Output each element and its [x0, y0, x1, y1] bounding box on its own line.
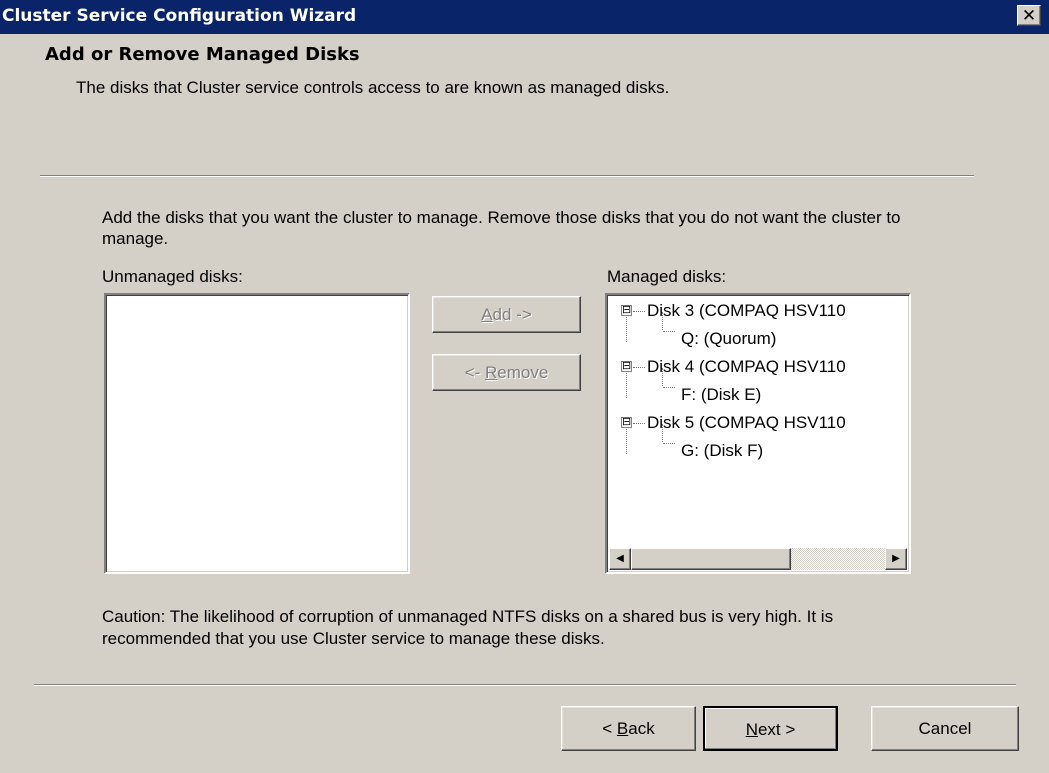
next-label: ext >	[757, 720, 796, 739]
close-icon: ✕	[1021, 6, 1037, 26]
back-label: ack	[628, 719, 655, 738]
tree-connector	[633, 367, 645, 368]
instructions-text: Add the disks that you want the cluster …	[102, 208, 901, 248]
tree-node-label: Disk 4 (COMPAQ HSV110	[647, 357, 846, 376]
tree-node-label: Disk 5 (COMPAQ HSV110	[647, 413, 846, 432]
tree-connector	[633, 311, 645, 312]
tree-connector	[626, 312, 627, 342]
scroll-right-button[interactable]: ▶	[885, 548, 907, 570]
scroll-left-button[interactable]: ◀	[609, 548, 631, 570]
tree-connector	[633, 423, 645, 424]
cancel-button[interactable]: Cancel	[871, 706, 1019, 751]
remove-label-prefix: <-	[464, 363, 485, 382]
add-mnemonic: A	[481, 305, 493, 324]
window-title: Cluster Service Configuration Wizard	[2, 6, 357, 26]
close-button[interactable]: ✕	[1017, 5, 1041, 26]
arrow-left-icon: ◀	[616, 553, 624, 564]
back-button[interactable]: < Back	[561, 706, 696, 751]
scrollbar-thumb[interactable]	[631, 548, 791, 570]
remove-label: emove	[497, 363, 549, 382]
horizontal-scrollbar[interactable]: ◀ ▶	[609, 548, 907, 570]
back-mnemonic: B	[616, 719, 629, 738]
remove-button[interactable]: <- Remove	[432, 354, 581, 391]
tree-node-label: F: (Disk E)	[681, 385, 762, 404]
collapse-icon[interactable]: ⊟	[621, 305, 632, 316]
add-label: dd ->	[492, 305, 532, 324]
tree-connector	[626, 424, 627, 454]
tree-connector	[663, 387, 675, 388]
managed-disks-tree[interactable]: ⊟ Disk 3 (COMPAQ HSV110 Q: (Quorum) ⊟ Di…	[605, 293, 911, 574]
next-button[interactable]: Next >	[703, 706, 838, 751]
page-subtitle: The disks that Cluster service controls …	[76, 78, 670, 97]
remove-mnemonic: R	[485, 363, 498, 382]
tree-connector	[626, 368, 627, 398]
tree-connector	[663, 443, 675, 444]
caution-text: Caution: The likelihood of corruption of…	[102, 607, 834, 648]
collapse-icon[interactable]: ⊟	[621, 417, 632, 428]
unmanaged-disks-label: Unmanaged disks:	[102, 267, 243, 286]
unmanaged-disks-list[interactable]	[104, 293, 410, 574]
tree-node-label: Disk 3 (COMPAQ HSV110	[647, 301, 846, 320]
tree-node-label: G: (Disk F)	[681, 441, 764, 460]
page-title: Add or Remove Managed Disks	[45, 44, 360, 65]
managed-disks-label: Managed disks:	[607, 267, 727, 286]
back-label-prefix: <	[602, 719, 617, 738]
header-divider	[40, 175, 974, 177]
collapse-icon[interactable]: ⊟	[621, 361, 632, 372]
title-bar: Cluster Service Configuration Wizard ✕	[0, 0, 1049, 34]
arrow-right-icon: ▶	[892, 553, 900, 564]
tree-node-label: Q: (Quorum)	[681, 329, 777, 348]
tree-connector	[663, 331, 675, 332]
add-button[interactable]: Add ->	[432, 296, 581, 333]
next-mnemonic: N	[745, 720, 758, 739]
footer-divider	[34, 684, 1016, 686]
